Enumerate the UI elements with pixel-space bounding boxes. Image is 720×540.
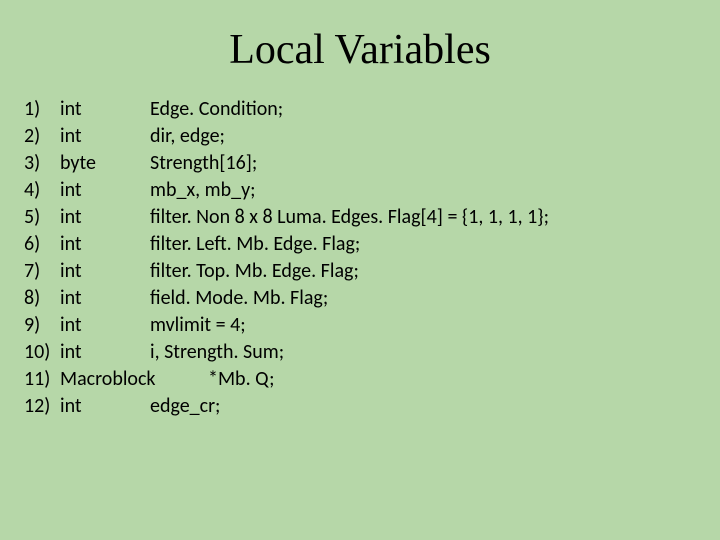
row-number: 6) (24, 231, 60, 258)
row-type: int (60, 177, 150, 204)
list-item: 4) int mb_x, mb_y; (24, 177, 696, 204)
row-type: int (60, 258, 150, 285)
row-value: Edge. Condition; (150, 96, 696, 123)
row-type: int (60, 231, 150, 258)
row-value: edge_cr; (150, 393, 696, 420)
row-type: int (60, 312, 150, 339)
page-title: Local Variables (24, 26, 696, 74)
list-item: 11) Macroblock *Mb. Q; (24, 366, 696, 393)
list-item: 7) int filter. Top. Mb. Edge. Flag; (24, 258, 696, 285)
row-type: byte (60, 150, 150, 177)
row-value: mb_x, mb_y; (150, 177, 696, 204)
row-value: dir, edge; (150, 123, 696, 150)
row-value: mvlimit = 4; (150, 312, 696, 339)
row-number: 2) (24, 123, 60, 150)
row-type: int (60, 339, 150, 366)
row-value: filter. Top. Mb. Edge. Flag; (150, 258, 696, 285)
row-type: Macroblock (60, 366, 208, 393)
row-number: 4) (24, 177, 60, 204)
row-value: filter. Non 8 x 8 Luma. Edges. Flag[4] =… (150, 204, 696, 231)
row-type: int (60, 204, 150, 231)
row-number: 11) (24, 366, 60, 393)
row-value: *Mb. Q; (208, 366, 696, 393)
row-number: 7) (24, 258, 60, 285)
row-type: int (60, 393, 150, 420)
row-type: int (60, 96, 150, 123)
row-number: 8) (24, 285, 60, 312)
row-number: 9) (24, 312, 60, 339)
list-item: 9) int mvlimit = 4; (24, 312, 696, 339)
list-item: 10) int i, Strength. Sum; (24, 339, 696, 366)
row-number: 12) (24, 393, 60, 420)
row-type: int (60, 285, 150, 312)
list-item: 8) int field. Mode. Mb. Flag; (24, 285, 696, 312)
list-item: 12) int edge_cr; (24, 393, 696, 420)
row-type: int (60, 123, 150, 150)
row-value: Strength[16]; (150, 150, 696, 177)
row-number: 1) (24, 96, 60, 123)
list-item: 2) int dir, edge; (24, 123, 696, 150)
list-item: 5) int filter. Non 8 x 8 Luma. Edges. Fl… (24, 204, 696, 231)
list-item: 6) int filter. Left. Mb. Edge. Flag; (24, 231, 696, 258)
list-item: 3) byte Strength[16]; (24, 150, 696, 177)
row-number: 10) (24, 339, 60, 366)
list-item: 1) int Edge. Condition; (24, 96, 696, 123)
row-number: 5) (24, 204, 60, 231)
row-value: filter. Left. Mb. Edge. Flag; (150, 231, 696, 258)
slide: Local Variables 1) int Edge. Condition; … (0, 0, 720, 540)
row-number: 3) (24, 150, 60, 177)
row-value: i, Strength. Sum; (150, 339, 696, 366)
row-value: field. Mode. Mb. Flag; (150, 285, 696, 312)
variable-list: 1) int Edge. Condition; 2) int dir, edge… (24, 96, 696, 420)
